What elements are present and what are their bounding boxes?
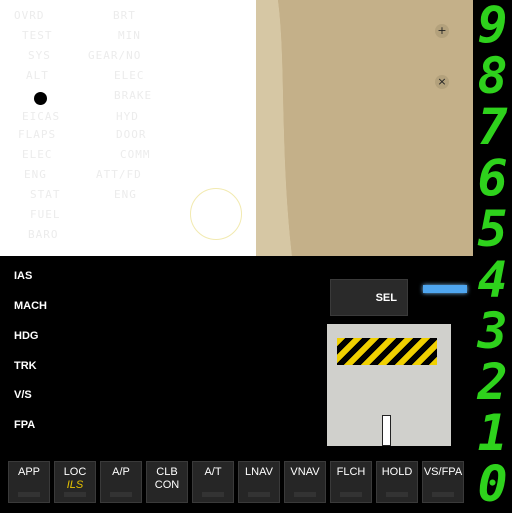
label-vs: V/S	[14, 389, 32, 401]
faint-label: MIN	[118, 29, 141, 42]
faint-label: FLAPS	[18, 128, 57, 141]
digit: 1	[477, 404, 508, 462]
digit: 5	[477, 200, 508, 258]
faint-label: ELEC	[114, 69, 145, 82]
hold-button[interactable]: HOLD	[376, 461, 418, 503]
faint-label: FUEL	[30, 208, 61, 221]
faint-label: STAT	[30, 188, 61, 201]
at-button[interactable]: A/T	[192, 461, 234, 503]
faint-label: COMM	[120, 148, 151, 161]
loc-button[interactable]: LOC ILS	[54, 461, 96, 503]
button-indicator	[248, 492, 270, 497]
label-mach: MACH	[14, 300, 47, 312]
screw-icon: ×	[435, 75, 449, 89]
digit: 2	[477, 353, 508, 411]
button-indicator	[18, 492, 40, 497]
button-indicator	[202, 492, 224, 497]
slot-handle[interactable]	[382, 415, 391, 446]
button-label: CLB CON	[154, 466, 180, 491]
vs-fpa-button[interactable]: VS/FPA	[422, 461, 464, 503]
digit-strip: 9 8 7 6 5 4 3 2 1 0	[473, 0, 512, 512]
button-label: APP	[17, 466, 40, 478]
button-indicator	[340, 492, 362, 497]
knob-ring[interactable]	[190, 188, 242, 240]
button-label: LOC	[63, 466, 87, 478]
label-fpa: FPA	[14, 419, 36, 431]
beige-panel: + ×	[256, 0, 473, 256]
sel-button[interactable]: SEL	[330, 279, 408, 316]
button-label: VS/FPA	[423, 466, 463, 478]
button-label: HOLD	[381, 466, 413, 478]
faint-label: SYS	[28, 49, 51, 62]
vnav-button[interactable]: VNAV	[284, 461, 326, 503]
button-label: A/P	[112, 466, 130, 478]
ap-button[interactable]: A/P	[100, 461, 142, 503]
faint-label: ALT	[26, 69, 49, 82]
flch-button[interactable]: FLCH	[330, 461, 372, 503]
faint-label: HYD	[116, 110, 139, 123]
faint-label: EICAS	[22, 110, 61, 123]
faint-label: ENG	[114, 188, 137, 201]
faint-label: ATT/FD	[96, 168, 142, 181]
digit: 6	[477, 149, 508, 207]
faint-label: BRT	[113, 9, 136, 22]
faint-label: GEAR/NO	[88, 49, 142, 62]
button-label: A/T	[204, 466, 222, 478]
clb-con-button[interactable]: CLB CON	[146, 461, 188, 503]
digit: 8	[477, 47, 508, 105]
button-label: FLCH	[336, 466, 366, 478]
label-hdg: HDG	[14, 330, 39, 342]
app-button[interactable]: APP	[8, 461, 50, 503]
button-indicator	[294, 492, 316, 497]
faint-label: ENG	[24, 168, 47, 181]
button-indicator	[432, 492, 454, 497]
faint-label: DOOR	[116, 128, 147, 141]
button-indicator	[386, 492, 408, 497]
button-sublabel: ILS	[66, 479, 84, 491]
screw-icon: +	[435, 24, 449, 38]
label-ias: IAS	[14, 270, 33, 282]
faint-label: OVRD	[14, 9, 45, 22]
beige-shading	[256, 0, 473, 256]
white-panel: OVRD TEST SYS ALT EICAS FLAPS ELEC ENG S…	[0, 0, 256, 256]
digit: 0	[477, 455, 508, 513]
faint-label: BRAKE	[114, 89, 153, 102]
label-trk: TRK	[14, 360, 37, 372]
digit: 7	[477, 98, 508, 156]
button-indicator	[110, 492, 132, 497]
faint-label: BARO	[28, 228, 59, 241]
digit: 9	[477, 0, 508, 54]
button-label: VNAV	[290, 466, 320, 478]
digit: 4	[477, 251, 508, 309]
button-label: LNAV	[245, 466, 273, 478]
hazard-stripe	[337, 338, 437, 365]
faint-label: ELEC	[22, 148, 53, 161]
indicator-dot	[34, 92, 47, 105]
lnav-button[interactable]: LNAV	[238, 461, 280, 503]
digit: 3	[477, 302, 508, 360]
gray-panel	[327, 324, 451, 446]
button-indicator	[64, 492, 86, 497]
status-light	[423, 285, 467, 293]
faint-label: TEST	[22, 29, 53, 42]
